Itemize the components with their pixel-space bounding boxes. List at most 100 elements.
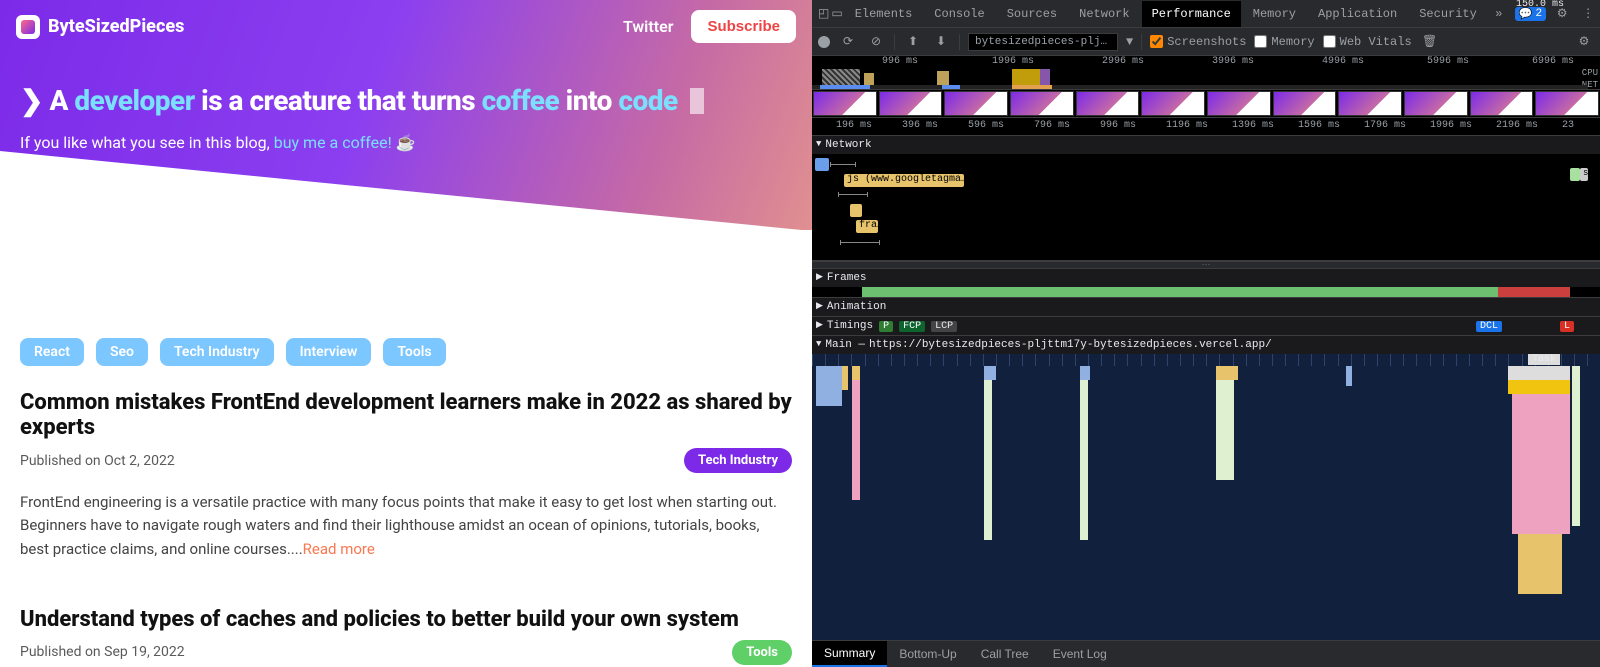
timings-section: ▶Timings P FCP LCP DCL L	[812, 317, 1600, 336]
perf-toolbar: ⟳ ⊘ ⬆ ⬇ bytesizedpieces-pljttm… ▼ Screen…	[812, 28, 1600, 56]
screenshots-checkbox[interactable]: Screenshots	[1150, 35, 1246, 49]
device-toggle-icon[interactable]: ▭	[831, 6, 842, 21]
tab-sources[interactable]: Sources	[997, 1, 1067, 27]
tab-call-tree[interactable]: Call Tree	[969, 642, 1041, 666]
details-tab-bar: Summary Bottom-Up Call Tree Event Log	[812, 641, 1600, 667]
devtools-panel: ◰ ▭ Elements Console Sources Network Per…	[812, 0, 1600, 667]
screenshot-thumb[interactable]	[1076, 91, 1140, 116]
screenshot-thumb[interactable]	[1338, 91, 1402, 116]
post-badge[interactable]: Tools	[732, 640, 792, 665]
screenshot-thumb[interactable]	[944, 91, 1008, 116]
screenshot-thumb[interactable]	[1404, 91, 1468, 116]
tag-interview[interactable]: Interview	[286, 338, 372, 366]
main-header[interactable]: ▼Main — https://bytesizedpieces-pljttm17…	[812, 336, 1600, 354]
tab-security[interactable]: Security	[1409, 1, 1487, 27]
network-request-js[interactable]: js (www.googletagma…	[844, 174, 964, 187]
network-request-site[interactable]: site.w	[1580, 168, 1588, 181]
brand-name: ByteSizedPieces	[48, 16, 184, 37]
screenshot-thumb[interactable]	[879, 91, 943, 116]
resize-grip[interactable]: ⋯	[812, 261, 1600, 269]
inspect-icon[interactable]: ◰	[818, 6, 829, 21]
frames-section: ▶Frames 150.0 ms	[812, 269, 1600, 298]
tab-memory[interactable]: Memory	[1243, 1, 1306, 27]
timing-dcl[interactable]: DCL	[1476, 321, 1502, 332]
devtools-tab-bar: ◰ ▭ Elements Console Sources Network Per…	[812, 0, 1600, 28]
content-area: React Seo Tech Industry Interview Tools …	[0, 230, 812, 667]
timing-fcp[interactable]: FCP	[899, 321, 925, 332]
perf-settings-icon[interactable]: ⚙	[1574, 34, 1594, 49]
coffee-icon: ☕	[396, 133, 416, 152]
post-title[interactable]: Understand types of caches and policies …	[20, 607, 792, 632]
frames-header[interactable]: ▶Frames 150.0 ms	[812, 269, 1600, 287]
twitter-link[interactable]: Twitter	[623, 17, 674, 36]
post-badge[interactable]: Tech Industry	[684, 448, 792, 473]
tab-performance[interactable]: Performance	[1142, 1, 1241, 27]
brand[interactable]: ByteSizedPieces	[16, 15, 184, 39]
tag-list: React Seo Tech Industry Interview Tools	[20, 338, 792, 366]
buy-coffee-link[interactable]: buy me a coffee!	[274, 133, 392, 152]
trash-icon[interactable]: 🗑	[1420, 34, 1440, 49]
top-nav: ByteSizedPieces Twitter Subscribe	[16, 10, 796, 43]
network-request[interactable]	[1570, 168, 1580, 181]
tab-console[interactable]: Console	[924, 1, 994, 27]
network-section: ▼Network js (www.googletagma… fra… site.…	[812, 136, 1600, 261]
kebab-icon[interactable]: ⋮	[1578, 6, 1598, 21]
recording-select[interactable]: bytesizedpieces-pljttm…	[968, 33, 1118, 51]
screenshot-thumb[interactable]	[1141, 91, 1205, 116]
memory-checkbox[interactable]: Memory	[1254, 35, 1314, 49]
diagonal-divider	[0, 151, 812, 231]
tab-network[interactable]: Network	[1069, 1, 1139, 27]
reload-icon[interactable]: ⟳	[838, 34, 858, 49]
screenshot-thumb[interactable]	[1470, 91, 1534, 116]
tag-react[interactable]: React	[20, 338, 84, 366]
post: Common mistakes FrontEnd development lea…	[20, 390, 792, 561]
network-request-fra[interactable]: fra…	[856, 220, 878, 233]
webvitals-checkbox[interactable]: Web Vitals	[1323, 35, 1412, 49]
frames-track[interactable]	[812, 287, 1600, 297]
hero-section: ByteSizedPieces Twitter Subscribe ❯ A de…	[0, 0, 812, 230]
tab-bottom-up[interactable]: Bottom-Up	[887, 642, 968, 666]
overview-timeline[interactable]: 996 ms 1996 ms 2996 ms 3996 ms 4996 ms 5…	[812, 56, 1600, 90]
timings-header[interactable]: ▶Timings P FCP LCP DCL L	[812, 317, 1600, 335]
chevron-right-icon: ❯	[20, 84, 49, 117]
network-header[interactable]: ▼Network	[812, 136, 1600, 154]
flame-chart[interactable]: Task Eva…ipt	[812, 354, 1600, 640]
clear-icon[interactable]: ⊘	[866, 34, 886, 49]
screenshot-thumb[interactable]	[1010, 91, 1074, 116]
more-tabs-icon[interactable]: »	[1489, 7, 1509, 21]
post: Understand types of caches and policies …	[20, 607, 792, 667]
post-date: Published on Oct 2, 2022	[20, 453, 175, 469]
tab-summary[interactable]: Summary	[812, 641, 887, 667]
post-title[interactable]: Common mistakes FrontEnd development lea…	[20, 390, 792, 440]
animation-section: ▶Animation	[812, 298, 1600, 317]
screenshot-thumb[interactable]	[1535, 91, 1599, 116]
subscribe-button[interactable]: Subscribe	[691, 10, 796, 43]
main-section: ▼Main — https://bytesizedpieces-pljttm17…	[812, 336, 1600, 641]
post-excerpt: FrontEnd engineering is a versatile prac…	[20, 491, 792, 561]
network-request[interactable]	[850, 204, 862, 217]
tag-tech-industry[interactable]: Tech Industry	[160, 338, 274, 366]
headline: ❯ A developer is a creature that turns c…	[20, 84, 792, 117]
network-track[interactable]: js (www.googletagma… fra… site.w	[812, 154, 1600, 260]
network-request[interactable]	[815, 158, 829, 171]
upload-icon[interactable]: ⬆	[903, 34, 923, 49]
time-ruler[interactable]: 196 ms 396 ms 596 ms 796 ms 996 ms 1196 …	[812, 118, 1600, 136]
read-more-link[interactable]: Read more	[303, 540, 375, 558]
record-button[interactable]	[818, 36, 830, 48]
timing-l[interactable]: L	[1560, 321, 1574, 332]
tag-tools[interactable]: Tools	[383, 338, 445, 366]
tab-elements[interactable]: Elements	[845, 1, 923, 27]
timing-p[interactable]: P	[879, 321, 893, 332]
download-icon[interactable]: ⬇	[931, 34, 951, 49]
tag-seo[interactable]: Seo	[96, 338, 148, 366]
task-label[interactable]: Task	[1528, 354, 1560, 365]
tab-application[interactable]: Application	[1308, 1, 1407, 27]
filmstrip[interactable]	[812, 90, 1600, 118]
screenshot-thumb[interactable]	[1207, 91, 1271, 116]
screenshot-thumb[interactable]	[1273, 91, 1337, 116]
animation-header[interactable]: ▶Animation	[812, 298, 1600, 316]
frame-duration-label: 150.0 ms	[1513, 0, 1567, 10]
timing-lcp[interactable]: LCP	[931, 321, 957, 332]
tab-event-log[interactable]: Event Log	[1041, 642, 1119, 666]
screenshot-thumb[interactable]	[813, 91, 877, 116]
